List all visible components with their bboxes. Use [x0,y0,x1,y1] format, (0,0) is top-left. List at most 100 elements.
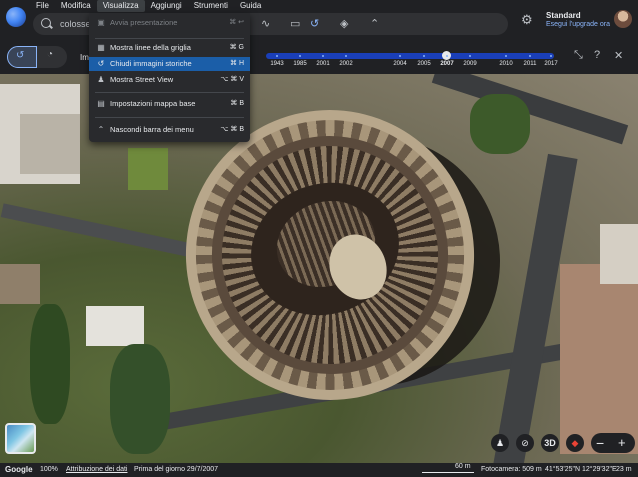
menu-item-label: Impostazioni mappa base [110,99,196,108]
menu-item-shortcut: ⌥ ⌘ B [220,126,244,133]
menu-item-close-historical[interactable]: ↺ Chiudi immagini storiche ⌘ H [89,57,250,71]
timeline-tick[interactable] [322,55,324,57]
road [0,203,200,259]
timeline-year-label[interactable]: 2010 [499,61,512,67]
map-style-thumbnail[interactable] [5,423,36,454]
menu-strumenti[interactable]: Strumenti [188,0,234,12]
history-icon: ↺ [97,59,105,68]
google-earth-logo-icon[interactable] [6,7,26,27]
menu-visualizza[interactable]: Visualizza [96,0,145,12]
menu-item-label: Nascondi barra dei menu [110,125,194,134]
trees [110,344,170,454]
buildings [560,264,638,454]
timeline-tick[interactable] [345,55,347,57]
menu-divider [95,92,244,93]
menu-item-shortcut: ⌘ ↩ [229,19,244,26]
ground-altitude: 23 m [616,466,632,473]
chevron-up-icon: ⌃ [97,125,105,134]
history-icon: ↺ [16,50,25,61]
menu-aggiungi[interactable]: Aggiungi [145,0,188,12]
attribution-link[interactable]: Attribuzione dei dati [66,466,127,473]
presentation-icon: ▣ [97,18,105,27]
timeline-tick[interactable] [505,55,507,57]
menu-item-show-grid[interactable]: ▦ Mostra linee della griglia ⌘ G [89,41,250,55]
menu-item-street-view[interactable]: ♟ Mostra Street View ⌥ ⌘ V [89,73,250,87]
history-icon[interactable]: ↺ [310,18,319,30]
timelapse-button[interactable]: ◔ [37,46,67,68]
zoom-out-button[interactable]: − [596,434,604,452]
menu-item-label: Chiudi immagini storiche [110,59,192,68]
menu-guida[interactable]: Guida [234,0,267,12]
imagery-date: Prima del giorno 29/7/2007 [134,466,219,473]
timeline-tick[interactable] [276,55,278,57]
timeline-tick[interactable] [299,55,301,57]
menu-item-label: Avvia presentazione [110,18,178,27]
road [431,74,629,145]
close-icon[interactable]: ✕ [614,49,623,62]
menu-item-label: Mostra Street View [110,75,174,84]
timeline-slider[interactable] [266,53,554,59]
menu-item-shortcut: ⌘ G [229,44,244,51]
menu-divider [95,117,244,118]
compass-icon[interactable]: ◆ [566,434,584,452]
timeline-tick[interactable] [550,55,552,57]
timeline-year-label[interactable]: 1985 [293,61,306,67]
timeline-year-label[interactable]: 2005 [417,61,430,67]
coordinates: 41°53'25"N 12°29'32"E [545,466,617,473]
timeline-year-label[interactable]: 2011 [524,61,537,67]
upgrade-link[interactable]: Esegui l'upgrade ora [546,21,610,28]
scale-label: 60 m [455,463,471,470]
menu-item-start-presentation[interactable]: ▣ Avvia presentazione ⌘ ↩ [89,16,250,30]
trees [470,94,530,154]
timeline-tick[interactable] [399,55,401,57]
pegman-icon[interactable]: ♟ [491,434,509,452]
trees [30,304,70,424]
menu-item-hide-menubar[interactable]: ⌃ Nascondi barra dei menu ⌥ ⌘ B [89,123,250,137]
google-logo: Google [5,465,33,474]
timeline-tick[interactable] [446,55,448,57]
scale-bar [422,472,474,473]
building [20,114,80,174]
timeline-year-label[interactable]: 2002 [339,61,352,67]
building [600,224,638,284]
timeline-year-label[interactable]: 2009 [463,61,476,67]
pegman-icon: ♟ [97,75,105,84]
zoom-in-button[interactable]: + [618,434,626,452]
timeline-year-label[interactable]: 2001 [316,61,329,67]
timeline-year-label[interactable]: 1943 [270,61,283,67]
plan-name: Standard [546,11,581,20]
menu-item-shortcut: ⌥ ⌘ V [220,76,244,83]
menu-item-map-settings[interactable]: ▤ Impostazioni mappa base ⌘ B [89,97,250,111]
menu-file[interactable]: File [30,0,55,12]
historical-imagery-button[interactable]: ↺ [7,46,37,68]
menu-item-shortcut: ⌘ H [230,60,244,67]
help-icon[interactable]: ? [594,49,600,61]
collapse-icon[interactable]: ⤡ [574,49,583,62]
menu-item-shortcut: ⌘ B [230,100,244,107]
timeline-year-label[interactable]: 2017 [544,61,557,67]
menu-item-label: Mostra linee della griglia [110,43,191,52]
ruler-icon[interactable]: ▭ [290,18,300,30]
avatar[interactable] [614,10,632,28]
path-icon[interactable]: ∿ [261,18,270,30]
timeline-tick[interactable] [529,55,531,57]
gear-icon[interactable]: ⚙ [521,12,533,28]
tilt-icon[interactable]: ⊘ [516,434,534,452]
camera-altitude: Fotocamera: 509 m [481,466,542,473]
clock-icon: ◔ [47,49,54,60]
search-icon[interactable] [41,18,51,28]
search-input[interactable]: colosse [60,19,91,29]
grid-icon: ▦ [97,43,105,52]
menu-modifica[interactable]: Modifica [55,0,97,12]
timeline-tick[interactable] [423,55,425,57]
view-3d-button[interactable]: 3D [541,434,559,452]
timeline-year-label[interactable]: 2007 [440,61,453,67]
timeline-tick[interactable] [469,55,471,57]
menu-bar: File Modifica Visualizza Aggiungi Strume… [30,0,267,12]
ruins [0,264,40,304]
timeline-year-label[interactable]: 2004 [393,61,406,67]
park [128,148,168,190]
map-style-icon: ▤ [97,99,105,108]
chevron-up-icon[interactable]: ⌃ [370,18,379,30]
layers-icon[interactable]: ◈ [340,18,348,30]
